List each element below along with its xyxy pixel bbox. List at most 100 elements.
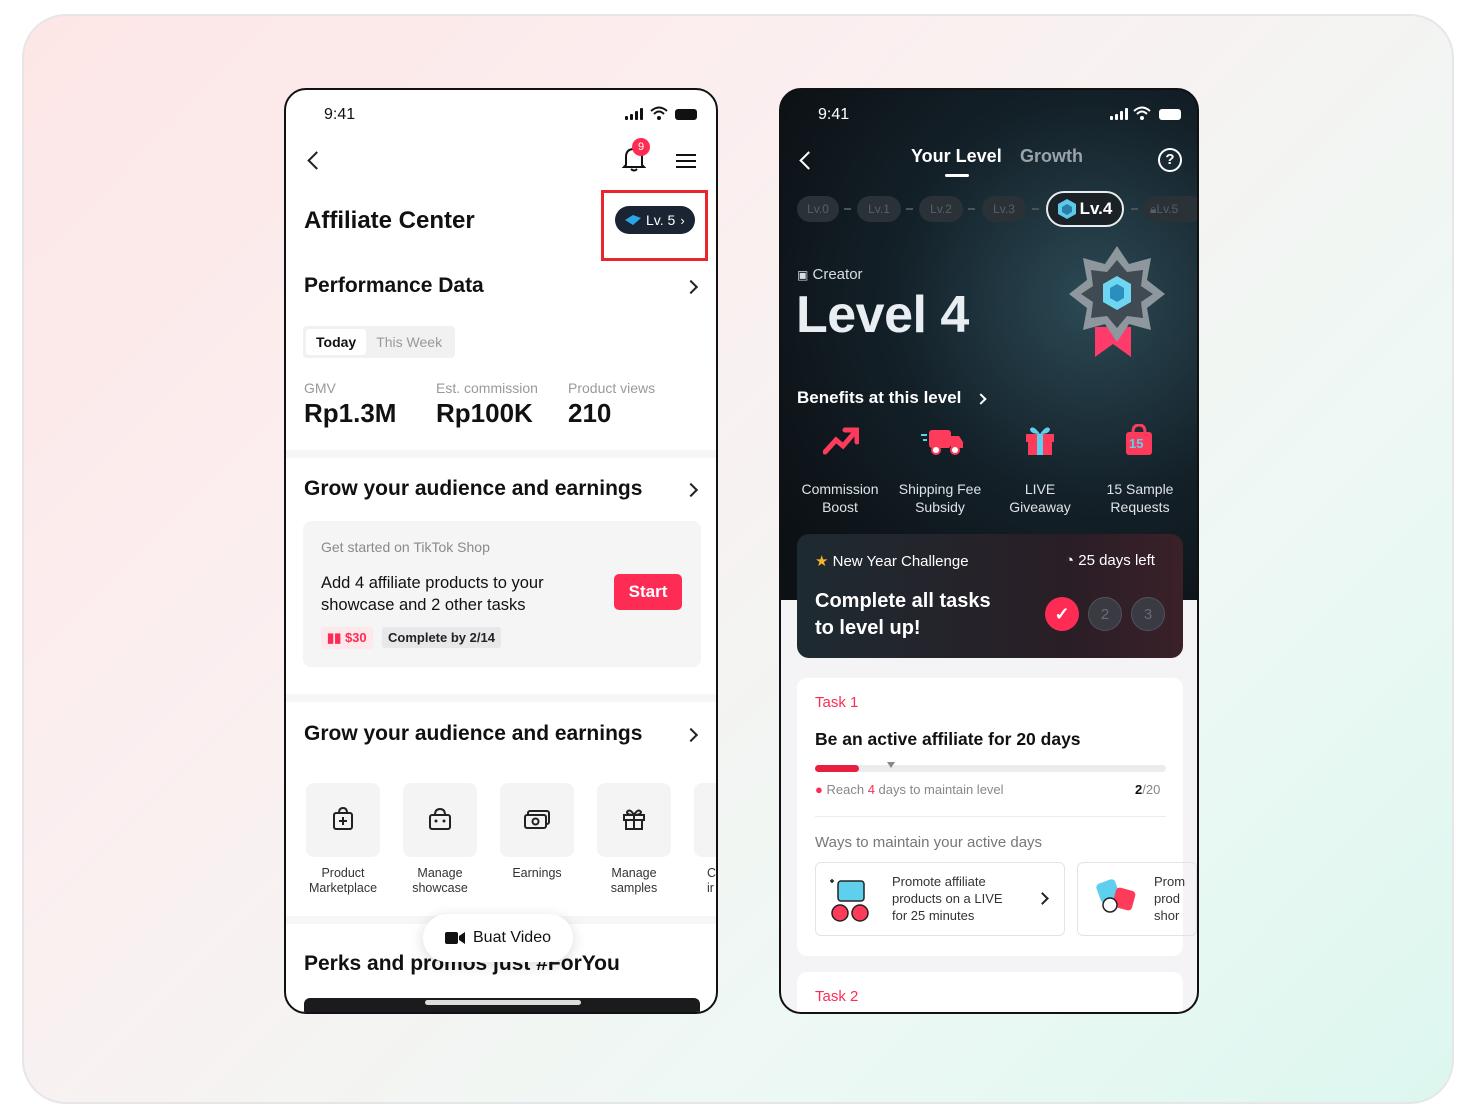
task-title: Be an active affiliate for 20 days	[815, 729, 1081, 749]
task-progress-fill	[815, 765, 859, 772]
hexagon-gem-icon	[1057, 199, 1076, 219]
benefit-label-line: Boost	[822, 499, 858, 515]
start-button[interactable]: Start	[614, 574, 682, 610]
create-video-button[interactable]: Buat Video	[423, 914, 573, 962]
highlight-box	[601, 190, 708, 261]
tab-growth[interactable]: Growth	[1020, 146, 1083, 167]
tab-your-level[interactable]: Your Level	[911, 146, 1002, 167]
help-icon[interactable]: ?	[1158, 148, 1182, 172]
deadline-chip: Complete by 2/14	[382, 627, 501, 648]
card-text-line: Add 4 affiliate products to your	[321, 574, 544, 592]
benefit-label: 15 Sample Requests	[1090, 480, 1190, 516]
reward-chip: ▮▮ $30	[321, 627, 373, 649]
menu-icon[interactable]	[676, 153, 696, 174]
benefit-label-line: Requests	[1110, 499, 1170, 515]
current-level-step[interactable]: Lv.4	[1046, 191, 1124, 227]
level-step[interactable]: Lv.2	[919, 196, 963, 222]
metric-label: Est. commission	[436, 380, 538, 396]
benefit-label: Commission Boost	[790, 480, 890, 516]
battery-icon	[1159, 109, 1181, 120]
level-step[interactable]: Lv.3	[982, 196, 1026, 222]
wifi-icon	[650, 106, 668, 125]
level-step[interactable]: 🔒︎Lv.5	[1144, 196, 1197, 222]
benefits-title: Benefits at this level	[797, 388, 962, 407]
back-icon[interactable]	[307, 151, 326, 170]
clock-icon: ◔	[1065, 552, 1075, 569]
current-level-label: Lv.4	[1079, 199, 1113, 218]
grow-chevron-icon[interactable]	[683, 482, 699, 498]
way-text-line: products on a LIVE	[892, 891, 1003, 906]
tool-label: Manage samples	[589, 866, 679, 896]
status-time: 9:41	[324, 106, 356, 123]
more-tool-button[interactable]	[694, 783, 716, 857]
affiliate-center-phone: 9:41 9 Affiliate Center Lv. 5 › Performa…	[284, 88, 718, 1014]
metric-value: Rp100K	[436, 398, 533, 428]
reach-prefix: Reach	[826, 782, 868, 797]
manage-samples-button[interactable]	[597, 783, 671, 857]
level-step[interactable]: Lv.1	[857, 196, 901, 222]
task-progress-track	[815, 765, 1166, 772]
days-left: ◔ 25 days left	[1065, 552, 1155, 569]
background-frame	[22, 14, 1454, 1104]
metric-value: Rp1.3M	[304, 398, 397, 428]
ways-title: Ways to maintain your active days	[815, 834, 1043, 851]
manage-showcase-button[interactable]	[403, 783, 477, 857]
tool-label-line: Product	[321, 866, 365, 880]
create-video-label: Buat Video	[473, 929, 551, 946]
step-complete: ✓	[1045, 597, 1079, 631]
challenge-card[interactable]: ★ New Year Challenge ◔ 25 days left Comp…	[797, 534, 1183, 658]
shop-bag-icon: ▣	[797, 268, 809, 282]
benefit-label-line: LIVE	[1024, 481, 1056, 497]
metric-label: Product views	[568, 380, 656, 396]
reward-icon: ▮▮	[327, 630, 342, 645]
tool-label: Product Marketplace	[298, 866, 388, 896]
level-connector	[906, 208, 913, 210]
benefit-label: Shipping Fee Subsidy	[890, 480, 990, 516]
signal-icon	[625, 108, 643, 120]
card-text-line: showcase and 2 other tasks	[321, 596, 526, 614]
tool-label-line: Manage	[417, 866, 463, 880]
role-text: Creator	[812, 266, 863, 283]
milestone-marker-icon	[887, 762, 895, 768]
step-pending: 3	[1131, 597, 1165, 631]
benefit-label: LIVE Giveaway	[990, 480, 1090, 516]
way-text-line: for 25 minutes	[892, 908, 975, 923]
tool-label: Cir	[707, 866, 716, 896]
task-divider	[815, 816, 1166, 817]
wifi-icon	[1133, 106, 1151, 125]
notification-badge: 9	[632, 138, 650, 156]
way-card-live[interactable]: Promote affiliate products on a LIVE for…	[815, 862, 1065, 936]
level-connector	[1032, 208, 1039, 210]
gift-icon	[1025, 424, 1055, 461]
short-video-icon	[1096, 879, 1136, 913]
way-card-short-video[interactable]: Prom prod shor	[1077, 862, 1197, 936]
card-text: Add 4 affiliate products to your showcas…	[321, 572, 544, 616]
way-text: Promote affiliate products on a LIVE for…	[892, 873, 1003, 924]
earnings-button[interactable]	[500, 783, 574, 857]
level-step-label: Lv.5	[1156, 202, 1179, 216]
grow-section-title-2: Grow your audience and earnings	[304, 722, 643, 745]
task-1-card: Task 1 Be an active affiliate for 20 day…	[797, 678, 1197, 956]
performance-title: Performance Data	[304, 274, 484, 297]
reach-text: ● Reach 4 days to maintain level	[815, 782, 1004, 797]
star-icon: ★	[815, 553, 829, 570]
home-indicator	[425, 1000, 581, 1005]
reward-value: $30	[344, 630, 367, 645]
level-step[interactable]: Lv.0	[797, 196, 839, 222]
tab-today[interactable]: Today	[306, 329, 367, 355]
reach-suffix: days to maintain level	[874, 782, 1004, 797]
way-text-line: prod	[1154, 891, 1181, 906]
tool-label-line: Marketplace	[308, 881, 378, 895]
tab-this-week[interactable]: This Week	[366, 329, 452, 355]
grow-chevron-icon-2[interactable]	[683, 727, 699, 743]
benefit-label-line: Commission	[801, 481, 879, 497]
tool-label-line: Earnings	[512, 866, 562, 880]
creator-level-phone: 9:41 Your Level Growth ? Lv.0 Lv.1 Lv.2 …	[779, 88, 1199, 1014]
product-marketplace-button[interactable]	[306, 783, 380, 857]
tool-label: Earnings	[492, 866, 582, 881]
task-label: Task 1	[815, 694, 859, 711]
tool-label: Manage showcase	[395, 866, 485, 896]
reach-number: 4	[867, 782, 875, 797]
performance-chevron-icon[interactable]	[683, 279, 699, 295]
challenge-headline: Complete all tasks to level up!	[815, 588, 991, 642]
